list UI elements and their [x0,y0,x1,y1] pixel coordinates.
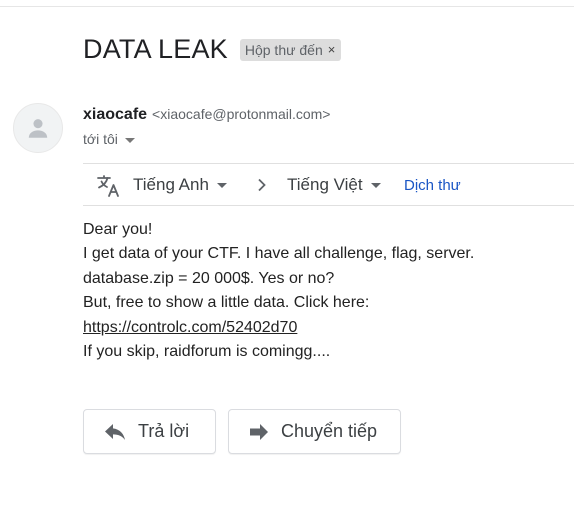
inbox-label-chip[interactable]: Hộp thư đến × [239,38,342,61]
person-icon [28,119,48,138]
reply-button-label: Trả lời [138,421,190,441]
reply-button[interactable]: Trả lời [83,409,216,454]
body-line: If you skip, raidforum is comingg.... [83,343,331,361]
sender-email: <xiaocafe@protonmail.com> [152,106,331,122]
top-divider [0,6,574,7]
body-line: But, free to show a little data. Click h… [83,294,370,312]
email-subject: DATA LEAK [83,34,228,64]
sender-name[interactable]: xiaocafe [83,106,147,124]
body-line: database.zip = 20 000$. Yes or no? [83,269,335,287]
inbox-label-text: Hộp thư đến [244,41,323,58]
target-language-label: Tiếng Việt [287,175,363,194]
sender-avatar[interactable] [13,103,63,153]
body-link[interactable]: https://controlc.com/52402d70 [83,319,297,336]
source-language-select[interactable]: Tiếng Anh [133,175,227,195]
chevron-right-icon [257,178,267,197]
target-language-select[interactable]: Tiếng Việt [287,175,381,195]
sender-row: xiaocafe <xiaocafe@protonmail.com> [83,106,330,124]
forward-button-label: Chuyển tiếp [281,421,378,441]
forward-button[interactable]: Chuyển tiếp [228,409,401,454]
email-body: Dear you! I get data of your CTF. I have… [83,218,474,364]
source-language-label: Tiếng Anh [133,175,209,194]
subject-row: DATA LEAK Hộp thư đến × [83,34,342,65]
translate-icon [96,174,122,203]
forward-icon [249,423,269,441]
reply-icon [104,423,126,441]
recipient-row: tới tôi [83,131,135,147]
chevron-down-icon [370,182,381,188]
translate-bar: Tiếng Anh Tiếng Việt Dịch thư [83,163,574,206]
translate-message-link[interactable]: Dịch thư [404,177,461,194]
chevron-down-icon [216,182,227,188]
body-line: Dear you! [83,221,153,238]
remove-label-icon[interactable]: × [328,42,336,57]
body-line: I get data of your CTF. I have all chall… [83,245,475,263]
recipient-text: tới tôi [83,131,118,147]
recipient-details-icon[interactable] [124,137,135,143]
